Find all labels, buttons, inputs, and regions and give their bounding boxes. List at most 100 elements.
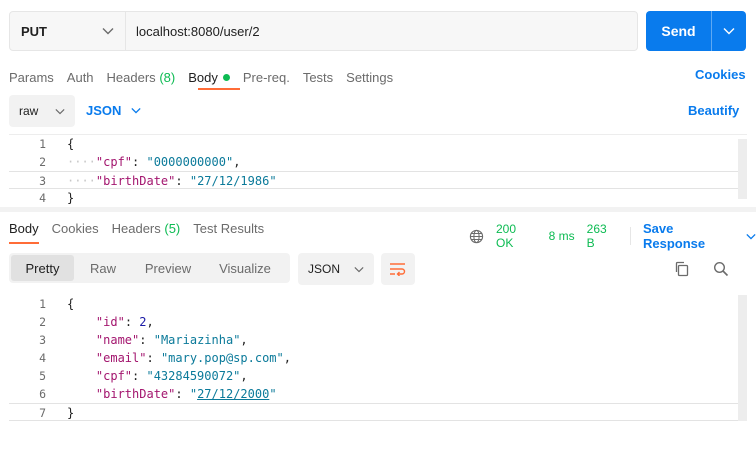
- json-value-quote: ": [189, 387, 198, 401]
- response-body-viewer[interactable]: 1 { 2 "id": 2, 3 "name": "Mariazinha", 4…: [9, 293, 747, 428]
- wrap-lines-icon: [390, 263, 406, 276]
- json-separator: :: [132, 155, 147, 169]
- code-line: 4 }: [9, 189, 747, 206]
- code-text: "birthDate": "27/12/2000": [67, 385, 277, 403]
- send-options-button[interactable]: [712, 11, 746, 51]
- code-text: {: [67, 297, 75, 311]
- chevron-down-icon: [55, 108, 65, 114]
- tab-headers-label: Headers: [106, 69, 156, 85]
- line-number: 3: [39, 333, 46, 347]
- method-select[interactable]: PUT: [10, 12, 126, 50]
- chevron-down-icon: [102, 28, 114, 35]
- response-format-label: JSON: [308, 262, 341, 276]
- send-button[interactable]: Send: [646, 11, 712, 51]
- json-value: "0000000000": [146, 155, 234, 169]
- json-comma: ,: [233, 155, 241, 169]
- url-input[interactable]: localhost:8080/user/2: [126, 12, 637, 50]
- chevron-down-icon: [723, 28, 735, 35]
- wrap-lines-button[interactable]: [381, 253, 415, 285]
- response-time[interactable]: 8 ms: [549, 229, 575, 243]
- line-number: 7: [39, 406, 46, 420]
- code-text: "cpf": "43284590072",: [67, 367, 248, 385]
- json-separator: :: [139, 333, 154, 347]
- tab-auth[interactable]: Auth: [67, 70, 94, 85]
- tab-response-cookies[interactable]: Cookies: [52, 221, 99, 236]
- code-line: 1 {: [9, 135, 747, 153]
- tab-settings[interactable]: Settings: [346, 70, 393, 85]
- code-line-current: 3 ····"birthDate": "27/12/1986": [9, 171, 747, 189]
- line-number: 4: [39, 351, 46, 365]
- code-line-current: 7 }: [9, 403, 747, 421]
- json-key: "birthDate": [95, 174, 176, 188]
- viewer-scrollbar[interactable]: [738, 295, 747, 421]
- json-comma: ,: [240, 333, 248, 347]
- tab-tests[interactable]: Tests: [303, 70, 333, 85]
- json-key: "cpf": [95, 369, 133, 383]
- tab-params[interactable]: Params: [9, 70, 54, 85]
- json-value-quote: ": [269, 387, 277, 401]
- line-number: 2: [39, 315, 46, 329]
- code-line: 3 "name": "Mariazinha",: [9, 331, 747, 349]
- json-key: "id": [95, 315, 125, 329]
- code-line: 6 "birthDate": "27/12/2000": [9, 385, 747, 403]
- tab-response-body[interactable]: Body: [9, 221, 39, 236]
- save-response-button[interactable]: Save Response: [643, 221, 756, 251]
- tab-response-headers-label: Headers: [111, 221, 161, 236]
- active-tab-indicator: [198, 88, 240, 90]
- line-number: 1: [39, 297, 46, 311]
- globe-icon[interactable]: [469, 229, 484, 244]
- view-pretty-button[interactable]: Pretty: [11, 255, 74, 281]
- json-key: "cpf": [95, 155, 133, 169]
- json-value: "43284590072": [146, 369, 241, 383]
- json-value: 2: [139, 315, 147, 329]
- view-visualize-button[interactable]: Visualize: [204, 255, 286, 281]
- json-value-link[interactable]: 27/12/2000: [197, 387, 269, 401]
- code-text: ····"birthDate": "27/12/1986": [67, 174, 277, 188]
- json-comma: ,: [240, 369, 248, 383]
- status-code[interactable]: 200 OK: [496, 222, 537, 250]
- cookies-link[interactable]: Cookies: [695, 67, 746, 82]
- body-language-label: JSON: [86, 103, 122, 118]
- response-format-select[interactable]: JSON: [298, 253, 374, 285]
- chevron-down-icon: [354, 266, 364, 272]
- json-comma: ,: [283, 351, 291, 365]
- beautify-button[interactable]: Beautify: [688, 103, 739, 118]
- code-text: "email": "mary.pop@sp.com",: [67, 349, 291, 367]
- body-mode-select[interactable]: raw: [9, 95, 75, 127]
- line-number: 1: [39, 137, 46, 151]
- body-mode-label: raw: [19, 104, 39, 118]
- request-body-editor[interactable]: 1 { 2 ····"cpf": "0000000000", 3 ····"bi…: [9, 134, 747, 206]
- code-line: 2 "id": 2,: [9, 313, 747, 331]
- view-preview-button[interactable]: Preview: [132, 255, 204, 281]
- json-key: "name": [95, 333, 140, 347]
- divider: [629, 227, 631, 245]
- response-size[interactable]: 263 B: [587, 222, 618, 250]
- save-response-label: Save Response: [642, 221, 706, 251]
- editor-scrollbar[interactable]: [738, 139, 747, 199]
- json-separator: :: [146, 351, 161, 365]
- json-separator: :: [124, 315, 140, 329]
- json-key: "email": [95, 351, 147, 365]
- line-number: 4: [39, 191, 46, 205]
- search-button[interactable]: [709, 257, 733, 281]
- code-text: }: [67, 191, 75, 205]
- code-line: 5 "cpf": "43284590072",: [9, 367, 747, 385]
- line-number: 5: [39, 369, 46, 383]
- active-response-tab-indicator: [9, 242, 39, 244]
- pane-divider[interactable]: [0, 207, 756, 212]
- body-language-select[interactable]: JSON: [86, 103, 142, 118]
- line-number: 3: [39, 174, 46, 188]
- line-number: 2: [39, 155, 46, 169]
- response-status-bar: 200 OK 8 ms 263 B Save Response: [469, 221, 756, 251]
- view-raw-button[interactable]: Raw: [74, 255, 132, 281]
- code-text: {: [67, 137, 75, 151]
- headers-count: (8): [159, 69, 176, 85]
- tab-response-headers[interactable]: Headers (5): [112, 221, 181, 236]
- tab-headers[interactable]: Headers (8): [107, 70, 176, 85]
- tab-pre-request[interactable]: Pre-req.: [243, 70, 290, 85]
- response-headers-count: (5): [164, 221, 181, 236]
- copy-button[interactable]: [670, 257, 694, 281]
- copy-icon: [675, 261, 689, 277]
- tab-body[interactable]: Body: [188, 70, 230, 85]
- tab-test-results[interactable]: Test Results: [193, 221, 264, 236]
